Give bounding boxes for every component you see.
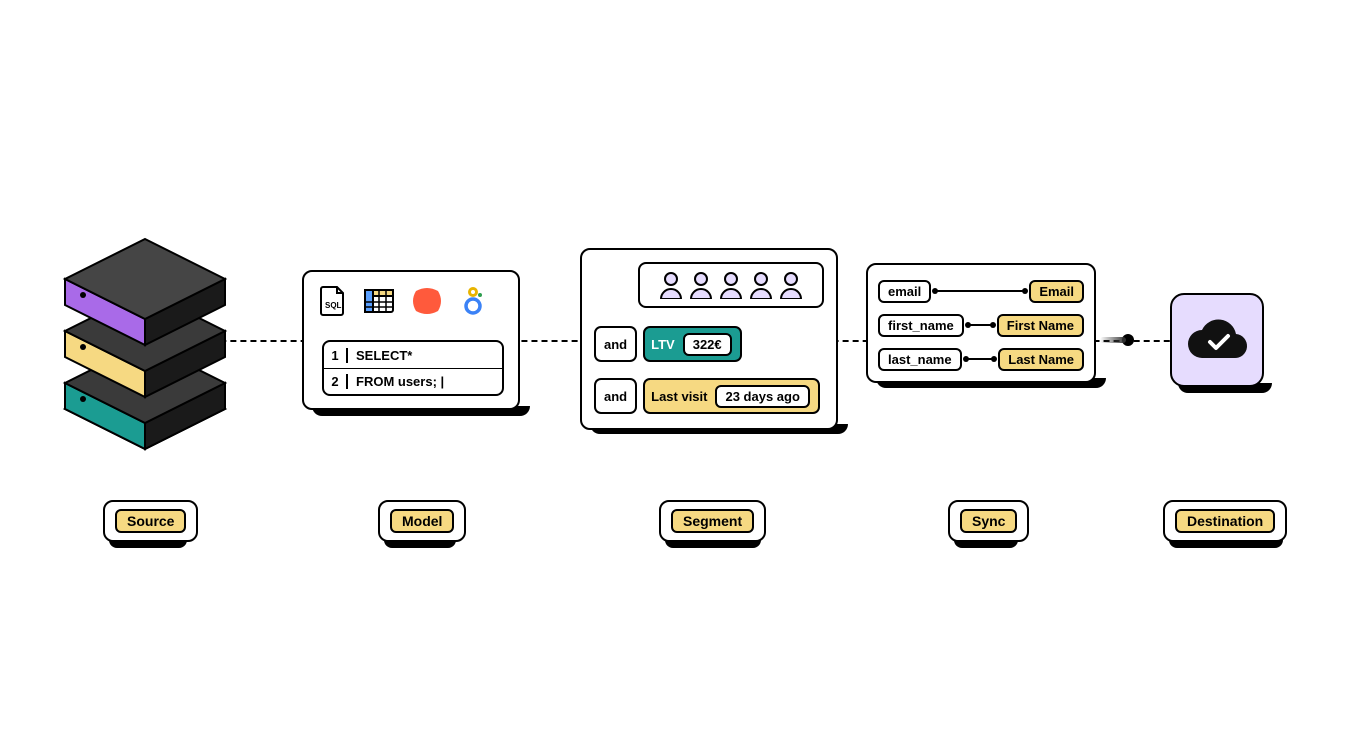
mapping-line [968,324,993,326]
pill-text: Sync [960,509,1017,533]
pill-shadow [109,540,187,548]
mapping-source: first_name [878,314,964,337]
mapping-destination: First Name [997,314,1084,337]
audience-box [638,262,824,308]
mapping-destination: Email [1029,280,1084,303]
source-database [55,225,235,455]
line-number: 1 [324,348,348,363]
pill-shadow [665,540,761,548]
clause-key: Last visit [651,389,707,404]
segment-clause: and LTV 322€ [594,326,742,362]
mapping-row: first_name First Name [878,311,1084,339]
pill-shadow [1169,540,1283,548]
looker-icon [460,287,486,315]
label-segment: Segment [659,500,766,542]
model-panel: SQL 1 SELECT* 2 FROM users; | [302,270,520,410]
pill-text: Source [115,509,186,533]
logic-operator: and [594,378,637,414]
label-destination: Destination [1163,500,1287,542]
dbt-icon [412,287,442,315]
label-source: Source [103,500,198,542]
segment-clause: and Last visit 23 days ago [594,378,820,414]
destination-box [1170,293,1264,387]
mapping-line [935,290,1025,292]
mapping-source: email [878,280,931,303]
mapping-row: last_name Last Name [878,345,1084,373]
mapping-row: email Email [878,277,1084,305]
model-icon-row: SQL [320,286,486,316]
label-model: Model [378,500,466,542]
clause-key: LTV [651,337,675,352]
person-icon [689,271,713,299]
sync-panel: email Email first_name First Name last_n… [866,263,1096,383]
person-icon [659,271,683,299]
pill-text: Destination [1175,509,1275,533]
code-text: SELECT* [348,348,412,363]
person-icon [749,271,773,299]
cloud-check-icon [1182,316,1252,364]
pill-text: Model [390,509,454,533]
label-sync: Sync [948,500,1029,542]
mapping-line [966,358,995,360]
mapping-source: last_name [878,348,962,371]
spreadsheet-icon [364,289,394,313]
code-text: FROM users; | [348,374,444,389]
line-number: 2 [324,374,348,389]
pill-text: Segment [671,509,754,533]
flow-particle [1122,334,1134,346]
pill-shadow [954,540,1018,548]
clause-value: 23 days ago [715,385,809,408]
segment-panel: and LTV 322€ and Last visit 23 days ago [580,248,838,430]
person-icon [779,271,803,299]
clause-value: 322€ [683,333,732,356]
sql-file-icon: SQL [320,286,346,316]
mapping-destination: Last Name [998,348,1084,371]
logic-operator: and [594,326,637,362]
svg-text:SQL: SQL [325,301,342,310]
person-icon [719,271,743,299]
pill-shadow [384,540,456,548]
sql-code-box: 1 SELECT* 2 FROM users; | [322,340,504,396]
